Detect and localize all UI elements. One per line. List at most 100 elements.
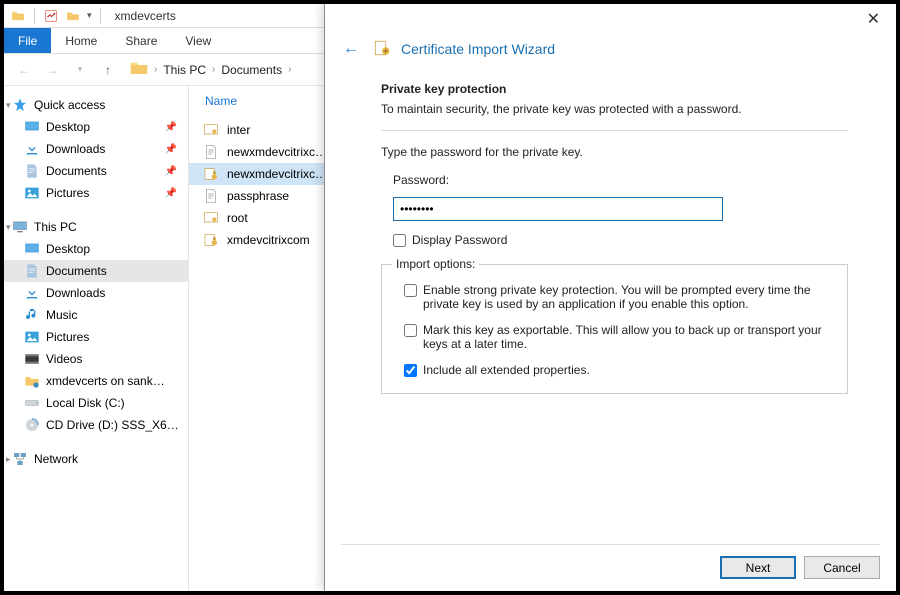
opt-extended-row[interactable]: Include all extended properties. (404, 363, 837, 377)
nav-recent-dropdown[interactable]: ▾ (70, 60, 90, 80)
opt-strong-protection-checkbox[interactable] (404, 284, 417, 297)
newfolder-qat-icon[interactable] (65, 8, 81, 24)
nav-pc-music[interactable]: Music (4, 304, 188, 326)
nav-qa-documents[interactable]: Documents 📌 (4, 160, 188, 182)
display-password-checkbox[interactable] (393, 234, 406, 247)
cancel-button-label: Cancel (823, 561, 860, 575)
tab-view-label: View (185, 34, 211, 48)
next-button-label: Next (746, 561, 771, 575)
wizard-icon (373, 39, 391, 60)
downloads-icon (24, 141, 40, 157)
tab-share[interactable]: Share (111, 28, 171, 53)
cancel-button[interactable]: Cancel (804, 556, 880, 579)
wizard-title: Certificate Import Wizard (401, 41, 555, 57)
breadcrumb-thispc[interactable]: This PC (163, 63, 206, 77)
pictures-icon (24, 185, 40, 201)
nav-forward-button[interactable]: → (42, 60, 62, 80)
documents-icon (24, 263, 40, 279)
opt-strong-protection-label: Enable strong private key protection. Yo… (423, 283, 837, 311)
breadcrumb-sep-icon[interactable]: › (154, 64, 157, 75)
nav-pc-localdisk-label: Local Disk (C:) (46, 396, 125, 410)
file-name-label: newxmdevcitrixc… (227, 145, 327, 159)
nav-pc-cddrive-label: CD Drive (D:) SSS_X6… (46, 418, 179, 432)
nav-network[interactable]: ▸ Network (4, 448, 188, 470)
file-name-label: xmdevcitrixcom (227, 233, 310, 247)
breadcrumb-documents[interactable]: Documents (221, 63, 282, 77)
display-password-label: Display Password (412, 233, 507, 247)
chevron-down-icon[interactable]: ▾ (6, 100, 11, 111)
breadcrumb-documents-label: Documents (221, 63, 282, 77)
opt-exportable-checkbox[interactable] (404, 324, 417, 337)
certificate-icon (203, 210, 219, 226)
nav-quick-access[interactable]: ▾ Quick access (4, 94, 188, 116)
nav-pc-cddrive[interactable]: CD Drive (D:) SSS_X6… (4, 414, 188, 436)
tab-file[interactable]: File (4, 28, 51, 53)
breadcrumb-sep-icon[interactable]: › (288, 64, 291, 75)
certificate-icon (203, 122, 219, 138)
downloads-icon (24, 285, 40, 301)
nav-pc-downloads[interactable]: Downloads (4, 282, 188, 304)
music-icon (24, 307, 40, 323)
opt-extended-checkbox[interactable] (404, 364, 417, 377)
column-header-name-label: Name (205, 94, 237, 108)
nav-qa-pictures[interactable]: Pictures 📌 (4, 182, 188, 204)
textfile-icon (203, 188, 219, 204)
documents-icon (24, 163, 40, 179)
close-button[interactable]: ✕ (861, 7, 886, 31)
nav-pc-localdisk[interactable]: Local Disk (C:) (4, 392, 188, 414)
breadcrumb-sep-icon[interactable]: › (212, 64, 215, 75)
file-name-label: inter (227, 123, 250, 137)
opt-strong-protection-row[interactable]: Enable strong private key protection. Yo… (404, 283, 837, 311)
tab-home-label: Home (65, 34, 97, 48)
qat-dropdown-icon[interactable]: ▾ (87, 10, 92, 21)
opt-exportable-label: Mark this key as exportable. This will a… (423, 323, 837, 351)
properties-qat-icon[interactable] (43, 8, 59, 24)
nav-qa-desktop[interactable]: Desktop 📌 (4, 116, 188, 138)
tab-file-label: File (18, 34, 37, 48)
nav-network-label: Network (34, 452, 78, 466)
star-icon (12, 97, 28, 113)
nav-pc-music-label: Music (46, 308, 77, 322)
tab-view[interactable]: View (171, 28, 225, 53)
button-bar-divider (341, 544, 880, 545)
pin-icon: 📌 (164, 122, 178, 133)
pfx-icon (203, 166, 219, 182)
qat-divider-2 (100, 8, 101, 24)
nav-this-pc[interactable]: ▾ This PC (4, 216, 188, 238)
pin-icon: 📌 (164, 144, 178, 155)
display-password-checkbox-row[interactable]: Display Password (393, 233, 848, 247)
opt-exportable-row[interactable]: Mark this key as exportable. This will a… (404, 323, 837, 351)
address-folder-icon (130, 60, 148, 79)
nav-pc-share-label: xmdevcerts on sank… (46, 374, 165, 388)
tab-home[interactable]: Home (51, 28, 111, 53)
nav-pc-videos[interactable]: Videos (4, 348, 188, 370)
nav-pc-share[interactable]: xmdevcerts on sank… (4, 370, 188, 392)
dialog-back-button[interactable]: ← (339, 38, 363, 60)
nav-pc-desktop-label: Desktop (46, 242, 90, 256)
nav-pc-documents[interactable]: Documents (4, 260, 188, 282)
chevron-down-icon[interactable]: ▾ (6, 222, 11, 233)
certificate-import-wizard-dialog: ✕ ← Certificate Import Wizard Private ke… (324, 4, 896, 591)
file-name-label: root (227, 211, 248, 225)
file-name-label: passphrase (227, 189, 289, 203)
file-name-label: newxmdevcitrixc… (227, 167, 327, 181)
chevron-right-icon[interactable]: ▸ (6, 454, 11, 465)
nav-up-button[interactable]: ↑ (98, 60, 118, 80)
disc-icon (24, 417, 40, 433)
pfx-icon (203, 232, 219, 248)
nav-pc-documents-label: Documents (46, 264, 107, 278)
password-label: Password: (393, 173, 848, 187)
folder-icon (10, 8, 26, 24)
section-description: To maintain security, the private key wa… (381, 102, 848, 116)
nav-qa-downloads[interactable]: Downloads 📌 (4, 138, 188, 160)
nav-pc-desktop[interactable]: Desktop (4, 238, 188, 260)
next-button[interactable]: Next (720, 556, 796, 579)
disk-icon (24, 395, 40, 411)
nav-back-button[interactable]: ← (14, 60, 34, 80)
address-bar[interactable]: › This PC › Documents › (130, 60, 291, 79)
tab-share-label: Share (125, 34, 157, 48)
nav-pc-pictures[interactable]: Pictures (4, 326, 188, 348)
network-folder-icon (24, 373, 40, 389)
password-input[interactable] (393, 197, 723, 221)
nav-qa-pictures-label: Pictures (46, 186, 89, 200)
